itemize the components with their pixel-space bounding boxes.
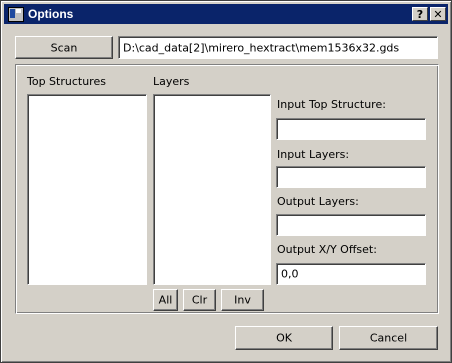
layers-list[interactable] bbox=[153, 94, 271, 285]
clr-button-label: Clr bbox=[191, 293, 208, 307]
ok-button-label: OK bbox=[276, 331, 292, 345]
input-layers-field[interactable] bbox=[276, 166, 426, 188]
cancel-button-label: Cancel bbox=[369, 331, 408, 345]
output-offset-value: 0,0 bbox=[281, 267, 299, 281]
close-icon[interactable]: ✕ bbox=[430, 7, 446, 21]
options-dialog: Options ? ✕ Scan D:\cad_data[2]\mirero_h… bbox=[0, 0, 452, 363]
output-layers-field[interactable] bbox=[276, 214, 426, 236]
top-structures-list[interactable] bbox=[27, 94, 147, 285]
inv-button-label: Inv bbox=[234, 293, 251, 307]
title-bar[interactable]: Options ? ✕ bbox=[4, 4, 448, 24]
layers-label: Layers bbox=[153, 75, 190, 88]
top-structures-label: Top Structures bbox=[27, 75, 106, 88]
help-button[interactable]: ? bbox=[412, 7, 428, 21]
cancel-button[interactable]: Cancel bbox=[339, 326, 438, 350]
file-path-field[interactable]: D:\cad_data[2]\mirero_hextract\mem1536x3… bbox=[118, 36, 438, 59]
app-icon bbox=[8, 7, 24, 22]
scan-button[interactable]: Scan bbox=[15, 36, 113, 59]
output-offset-label: Output X/Y Offset: bbox=[277, 243, 377, 256]
file-path-value: D:\cad_data[2]\mirero_hextract\mem1536x3… bbox=[123, 41, 400, 54]
ok-button[interactable]: OK bbox=[235, 326, 333, 350]
all-button-label: All bbox=[158, 293, 173, 307]
all-button[interactable]: All bbox=[153, 289, 178, 311]
input-layers-label: Input Layers: bbox=[277, 148, 350, 161]
output-layers-label: Output Layers: bbox=[277, 195, 359, 208]
scan-button-label: Scan bbox=[50, 41, 78, 54]
window-title: Options bbox=[28, 7, 74, 21]
input-top-structure-field[interactable] bbox=[276, 118, 426, 140]
output-offset-field[interactable]: 0,0 bbox=[276, 263, 426, 285]
input-top-structure-label: Input Top Structure: bbox=[277, 98, 386, 111]
clr-button[interactable]: Clr bbox=[183, 289, 216, 311]
inv-button[interactable]: Inv bbox=[221, 289, 264, 311]
